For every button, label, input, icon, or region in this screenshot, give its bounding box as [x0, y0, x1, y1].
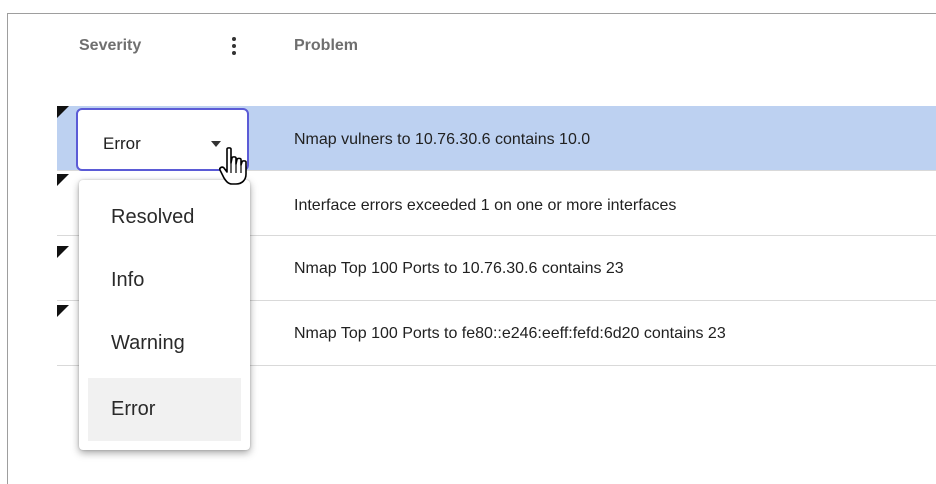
menu-item-resolved[interactable]: Resolved [88, 186, 241, 249]
problem-cell[interactable]: Nmap Top 100 Ports to 10.76.30.6 contain… [294, 260, 624, 278]
menu-item-info[interactable]: Info [88, 249, 241, 312]
column-header-problem[interactable]: Problem [294, 37, 358, 55]
problem-cell[interactable]: Nmap Top 100 Ports to fe80::e246:eeff:fe… [294, 325, 726, 343]
menu-item-warning[interactable]: Warning [88, 312, 241, 375]
column-header-severity[interactable]: Severity [79, 37, 141, 55]
severity-menu: Resolved Info Warning Error [79, 180, 250, 450]
severity-value: Error [103, 134, 141, 153]
problem-cell[interactable]: Interface errors exceeded 1 on one or mo… [294, 197, 676, 215]
hand-cursor-icon [219, 147, 247, 185]
corner-flag-icon [57, 305, 69, 317]
problem-cell[interactable]: Nmap vulners to 10.76.30.6 contains 10.0 [294, 131, 590, 149]
corner-flag-icon [57, 106, 69, 118]
more-vertical-icon[interactable] [228, 34, 240, 62]
corner-flag-icon [57, 246, 69, 258]
menu-item-error[interactable]: Error [88, 378, 241, 441]
corner-flag-icon [57, 174, 69, 186]
